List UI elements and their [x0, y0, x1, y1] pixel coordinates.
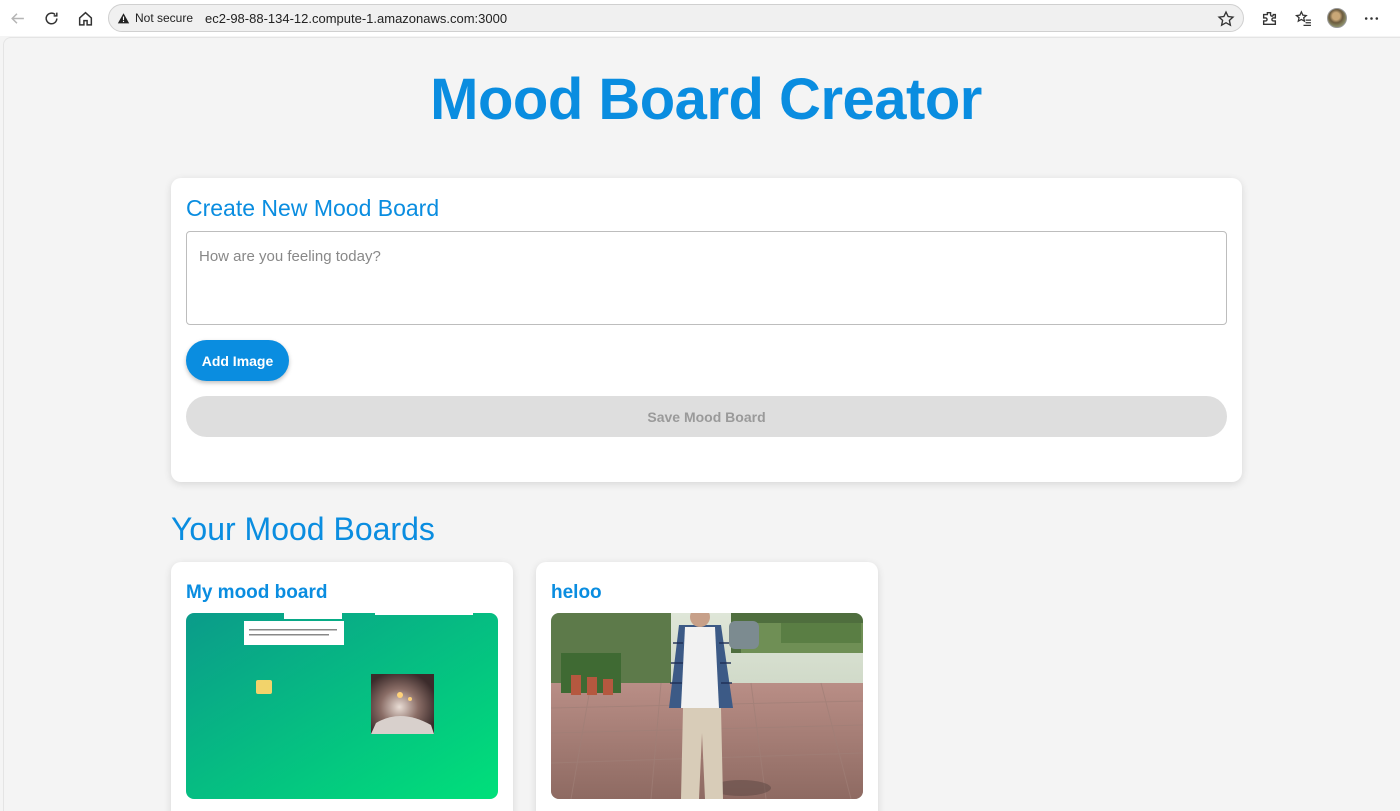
more-menu-icon[interactable]	[1354, 0, 1388, 36]
board-collage-image	[186, 613, 498, 799]
avatar-image	[1327, 8, 1347, 28]
profile-avatar[interactable]	[1320, 0, 1354, 36]
mood-board-preview-image[interactable]	[551, 613, 863, 799]
mood-board-preview-image[interactable]	[186, 613, 498, 799]
browser-toolbar: Not secure ec2-98-88-134-12.compute-1.am…	[0, 0, 1400, 36]
mood-board-title: My mood board	[186, 582, 328, 603]
save-mood-board-button[interactable]: Save Mood Board	[186, 396, 1227, 437]
page-title: Mood Board Creator	[430, 67, 982, 132]
back-icon[interactable]	[0, 0, 34, 36]
person-photo-image	[551, 613, 863, 799]
create-mood-board-card: Create New Mood Board Add Image Save Moo…	[171, 178, 1242, 482]
create-card-title: Create New Mood Board	[186, 195, 440, 221]
mood-board-card[interactable]: heloo	[536, 562, 878, 811]
home-icon[interactable]	[68, 0, 102, 36]
your-mood-boards-heading: Your Mood Boards	[171, 511, 435, 547]
url-text[interactable]: ec2-98-88-134-12.compute-1.amazonaws.com…	[205, 11, 507, 26]
mood-text-input[interactable]	[186, 231, 1227, 325]
add-image-button[interactable]: Add Image	[186, 340, 289, 381]
address-bar[interactable]: Not secure ec2-98-88-134-12.compute-1.am…	[108, 4, 1244, 32]
favorite-star-icon[interactable]	[1217, 10, 1235, 28]
extensions-icon[interactable]	[1252, 0, 1286, 36]
warning-icon	[117, 11, 131, 25]
favorites-list-icon[interactable]	[1286, 0, 1320, 36]
security-status[interactable]: Not secure	[135, 11, 193, 25]
mood-board-card[interactable]: My mood board	[171, 562, 513, 811]
refresh-icon[interactable]	[34, 0, 68, 36]
mood-board-title: heloo	[551, 582, 602, 603]
